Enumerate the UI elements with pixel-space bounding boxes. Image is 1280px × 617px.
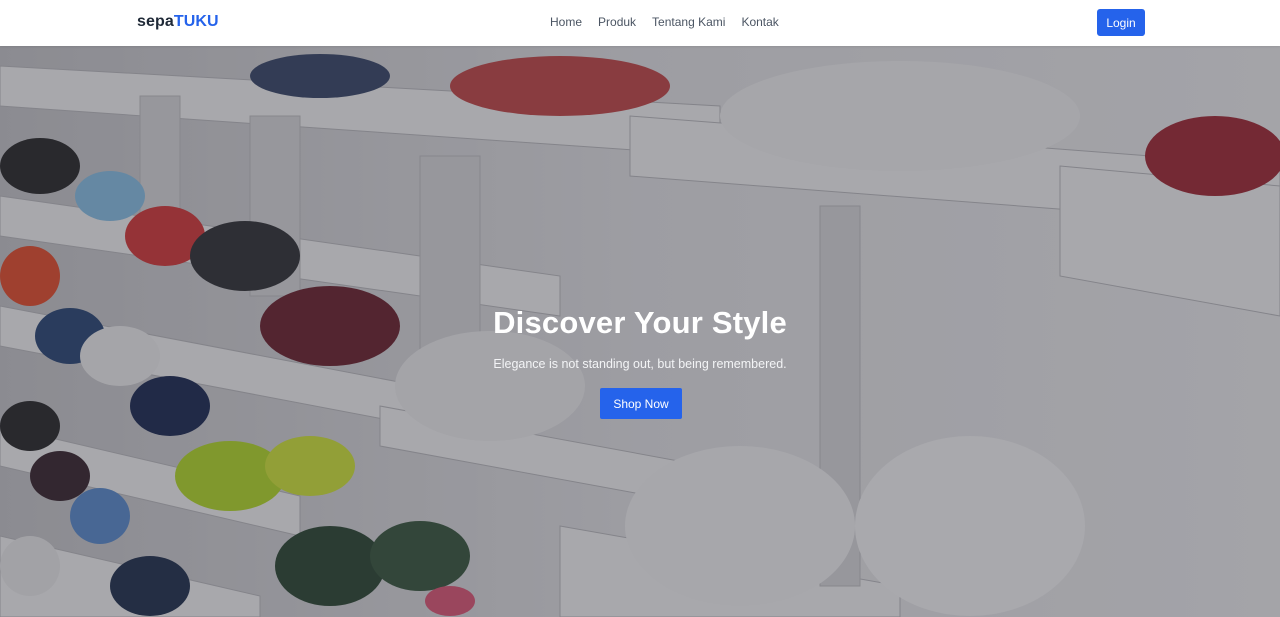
nav-links: Home Produk Tentang Kami Kontak	[550, 15, 779, 29]
nav-link-tentang-kami[interactable]: Tentang Kami	[652, 15, 725, 29]
brand-logo[interactable]: sepaTUKU	[137, 13, 219, 31]
brand-accent: TUKU	[173, 13, 219, 30]
hero-section: Discover Your Style Elegance is not stan…	[0, 46, 1280, 617]
nav-link-produk[interactable]: Produk	[598, 15, 636, 29]
brand-prefix: sepa	[137, 13, 174, 30]
hero-content: Discover Your Style Elegance is not stan…	[0, 46, 1280, 617]
nav-link-home[interactable]: Home	[550, 15, 582, 29]
nav-link-kontak[interactable]: Kontak	[741, 15, 778, 29]
shop-now-button[interactable]: Shop Now	[600, 388, 682, 419]
hero-title: Discover Your Style	[493, 305, 787, 340]
navbar: sepaTUKU Home Produk Tentang Kami Kontak…	[0, 0, 1280, 46]
hero-subtitle: Elegance is not standing out, but being …	[493, 357, 787, 371]
login-button[interactable]: Login	[1097, 9, 1145, 36]
